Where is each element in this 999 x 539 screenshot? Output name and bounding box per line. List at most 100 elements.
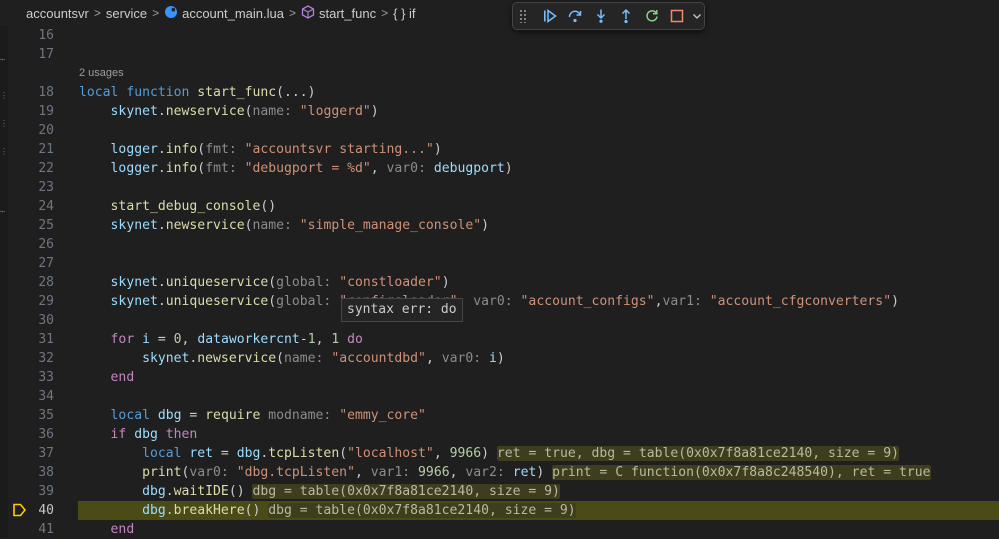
line-number: 25 [38, 218, 54, 233]
drag-handle-icon[interactable] [519, 9, 527, 23]
code-text[interactable]: logger.info(fmt: "accountsvr starting...… [79, 140, 442, 159]
code-editor[interactable]: 16 17 18 local function start_func(...) 19 s… [0, 26, 999, 538]
more-options-button[interactable] [690, 5, 704, 27]
codelens-usages[interactable]: 2 usages [79, 64, 124, 83]
token: local [79, 85, 127, 100]
token: "localhost" [347, 446, 434, 461]
code-line[interactable]: 16 [0, 26, 999, 45]
code-text[interactable]: end [79, 368, 135, 387]
code-line[interactable]: 36 if dbg then [0, 425, 999, 444]
token: for [110, 332, 143, 347]
line-number: 22 [38, 161, 54, 176]
token: skynet [110, 294, 158, 309]
token: ) [496, 351, 505, 366]
code-line[interactable]: 19 skynet.newservice(name: "loggerd") [0, 102, 999, 121]
code-text[interactable]: if dbg then [79, 425, 198, 444]
code-text[interactable]: print(var0: "dbg.tcpListen", var1: 9966,… [79, 463, 931, 482]
parameter-hint: var2: [465, 465, 513, 480]
code-line[interactable]: 40 dbg.breakHere() dbg = table(0x0x7f8a8… [0, 501, 999, 520]
code-line[interactable]: 27 [0, 254, 999, 273]
code-line[interactable]: 20 [0, 121, 999, 140]
token: skynet [142, 351, 190, 366]
token: ) [504, 161, 513, 176]
inline-value: dbg = table(0x0x7f8a81ce2140, size = 9) [268, 503, 576, 518]
code-line[interactable]: 28 skynet.uniqueservice(global: "constlo… [0, 273, 999, 292]
token: ( [197, 161, 206, 176]
step-out-icon [622, 8, 631, 24]
code-text[interactable]: skynet.newservice(name: "accountdbd", va… [79, 349, 505, 368]
code-text[interactable]: skynet.uniqueservice(global: "configsloa… [79, 292, 899, 311]
code-text[interactable]: skynet.newservice(name: "loggerd") [79, 102, 379, 121]
code-line[interactable]: 18 local function start_func(...) [0, 83, 999, 102]
token: skynet [110, 218, 158, 233]
token: , [370, 161, 387, 176]
stop-button[interactable] [665, 5, 691, 27]
code-line[interactable]: 30 [0, 311, 999, 330]
code-text[interactable]: local dbg = require modname: "emmy_core" [79, 406, 426, 425]
token: "emmy_core" [339, 408, 426, 423]
line-number: 23 [38, 180, 54, 195]
inline-value: print = C function(0x0x7f8a8c248540), re… [552, 465, 931, 480]
breadcrumb-item-folder[interactable]: accountsvr [26, 6, 89, 21]
code-line[interactable]: 38 print(var0: "dbg.tcpListen", var1: 99… [0, 463, 999, 482]
parameter-hint: var0: [441, 351, 490, 366]
restart-button[interactable] [639, 5, 665, 27]
code-line[interactable]: 39 dbg.waitIDE() dbg = table(0x0x7f8a81c… [0, 482, 999, 501]
code-text[interactable]: local ret = dbg.tcpListen("localhost", 9… [79, 444, 899, 463]
token: "loggerd" [299, 104, 371, 119]
step-over-button[interactable] [562, 5, 588, 27]
token: skynet [110, 104, 158, 119]
code-line[interactable]: 29 skynet.uniqueservice(global: "configs… [0, 292, 999, 311]
token: , [315, 332, 332, 347]
code-line[interactable]: 26 [0, 235, 999, 254]
breadcrumb-item-folder[interactable]: service [106, 6, 147, 21]
code-line[interactable]: 34 [0, 387, 999, 406]
breakpoint-current-icon[interactable] [12, 503, 26, 517]
line-number: 39 [38, 484, 54, 499]
code-text[interactable]: for i = 0, dataworkercnt-1, 1 do [79, 330, 363, 349]
breadcrumb-separator: > [381, 6, 389, 20]
token: . [165, 484, 174, 499]
code-line[interactable]: 22 logger.info(fmt: "debugport = %d", va… [0, 159, 999, 178]
parameter-hint: name: [252, 218, 300, 233]
token: . [157, 161, 166, 176]
code-line[interactable]: 21 logger.info(fmt: "accountsvr starting… [0, 140, 999, 159]
breadcrumb-item-block[interactable]: { } if [393, 6, 415, 21]
code-line[interactable]: 33 end [0, 368, 999, 387]
continue-button[interactable] [537, 5, 563, 27]
code-line[interactable]: 25 skynet.newservice(name: "simple_manag… [0, 216, 999, 235]
code-line[interactable]: 23 [0, 178, 999, 197]
breadcrumb-item-function[interactable]: start_func [319, 6, 376, 21]
code-line[interactable]: 32 skynet.newservice(name: "accountdbd",… [0, 349, 999, 368]
code-text[interactable]: end [79, 520, 135, 539]
line-number: 20 [38, 123, 54, 138]
code-line[interactable]: 41 end [0, 520, 999, 539]
token: "accountsvr starting..." [244, 142, 434, 157]
code-line[interactable]: 35 local dbg = require modname: "emmy_co… [0, 406, 999, 425]
token: start_debug_console [110, 199, 261, 214]
code-text[interactable]: skynet.newservice(name: "simple_manage_c… [79, 216, 489, 235]
step-out-button[interactable] [614, 5, 640, 27]
step-into-button[interactable] [588, 5, 614, 27]
code-line[interactable]: 31 for i = 0, dataworkercnt-1, 1 do [0, 330, 999, 349]
parameter-hint: var1: [370, 465, 419, 480]
code-text[interactable]: dbg.breakHere() dbg = table(0x0x7f8a81ce… [79, 501, 576, 520]
code-text[interactable]: logger.info(fmt: "debugport = %d", var0:… [79, 159, 513, 178]
code-text[interactable]: dbg.waitIDE() dbg = table(0x0x7f8a81ce21… [79, 482, 560, 501]
code-text[interactable]: local function start_func(...) [79, 83, 316, 102]
code-line[interactable]: 17 [0, 45, 999, 64]
token: () [244, 503, 269, 518]
breadcrumb-item-file[interactable]: account_main.lua [182, 6, 284, 21]
code-text[interactable]: skynet.uniqueservice(global: "constloade… [79, 273, 450, 292]
code-text[interactable]: start_debug_console() [79, 197, 277, 216]
code-line[interactable]: 24 start_debug_console() [0, 197, 999, 216]
token: 0 [173, 332, 182, 347]
code-line[interactable]: 37 local ret = dbg.tcpListen("localhost"… [0, 444, 999, 463]
